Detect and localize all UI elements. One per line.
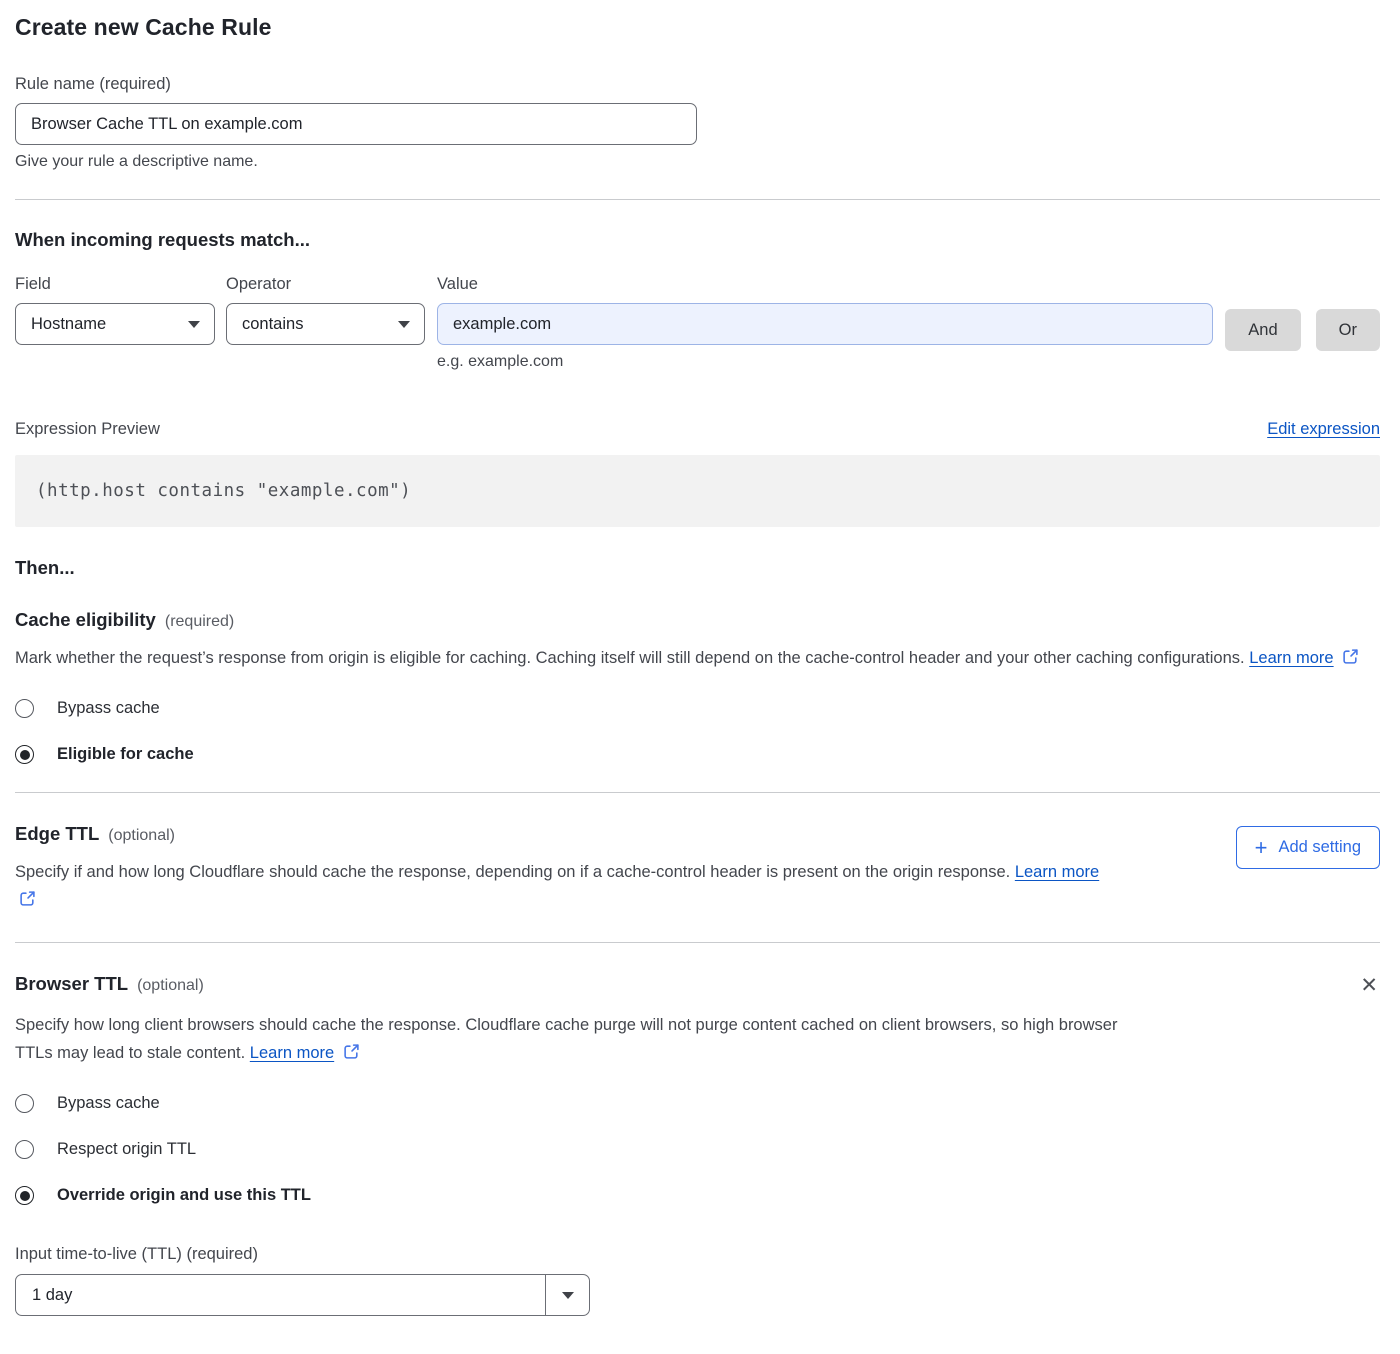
radio-icon <box>15 1094 34 1113</box>
edge-ttl-title: Edge TTL <box>15 823 99 845</box>
page-title: Create new Cache Rule <box>15 14 1380 41</box>
browser-ttl-description: Specify how long client browsers should … <box>15 1011 1120 1067</box>
chevron-down-icon <box>398 321 410 328</box>
edge-ttl-optional-tag: (optional) <box>108 827 175 845</box>
browser-ttl-optional-tag: (optional) <box>137 977 204 995</box>
radio-icon <box>15 1140 34 1159</box>
edit-expression-link[interactable]: Edit expression <box>1267 420 1380 439</box>
cache-eligibility-required-tag: (required) <box>165 613 234 631</box>
value-help: e.g. example.com <box>437 353 1213 371</box>
operator-select[interactable]: contains <box>226 303 425 345</box>
radio-icon <box>15 699 34 718</box>
expression-code: (http.host contains "example.com") <box>36 481 411 501</box>
field-select[interactable]: Hostname <box>15 303 215 345</box>
field-label: Field <box>15 275 215 294</box>
learn-more-link[interactable]: Learn more <box>1015 863 1099 881</box>
radio-eligible-for-cache[interactable]: Eligible for cache <box>15 745 1380 764</box>
browser-ttl-title: Browser TTL <box>15 973 128 995</box>
cache-eligibility-section: Cache eligibility (required) Mark whethe… <box>15 609 1380 764</box>
learn-more-link[interactable]: Learn more <box>250 1044 334 1062</box>
match-heading: When incoming requests match... <box>15 229 1380 251</box>
match-section: When incoming requests match... Field Ho… <box>15 229 1380 371</box>
radio-respect-origin-ttl[interactable]: Respect origin TTL <box>15 1140 1380 1159</box>
operator-label: Operator <box>226 275 425 294</box>
expression-section: Expression Preview Edit expression (http… <box>15 420 1380 527</box>
radio-override-origin-ttl[interactable]: Override origin and use this TTL <box>15 1186 1380 1205</box>
cache-eligibility-description: Mark whether the request’s response from… <box>15 644 1380 672</box>
field-select-value: Hostname <box>31 315 106 334</box>
expression-preview-box: (http.host contains "example.com") <box>15 455 1380 527</box>
expression-preview-label: Expression Preview <box>15 420 160 439</box>
ttl-select[interactable]: 1 day <box>15 1274 590 1316</box>
external-link-icon <box>343 1043 360 1060</box>
browser-ttl-section: Browser TTL (optional) ✕ Specify how lon… <box>15 973 1380 1316</box>
then-heading: Then... <box>15 557 1380 579</box>
ttl-select-value: 1 day <box>16 1275 545 1315</box>
value-label: Value <box>437 275 1213 294</box>
edge-ttl-section: Edge TTL (optional) Specify if and how l… <box>15 823 1380 914</box>
section-divider <box>15 942 1380 943</box>
ttl-label: Input time-to-live (TTL) (required) <box>15 1245 1380 1264</box>
rule-name-input[interactable] <box>15 103 697 145</box>
or-button[interactable]: Or <box>1316 309 1380 351</box>
external-link-icon <box>19 890 36 907</box>
operator-select-value: contains <box>242 315 303 334</box>
add-setting-button[interactable]: + Add setting <box>1236 826 1380 869</box>
rule-name-help: Give your rule a descriptive name. <box>15 153 1380 171</box>
close-icon[interactable]: ✕ <box>1358 973 1380 998</box>
radio-icon <box>15 1186 34 1205</box>
section-divider <box>15 199 1380 200</box>
edge-ttl-description: Specify if and how long Cloudflare shoul… <box>15 858 1120 914</box>
radio-bypass-cache[interactable]: Bypass cache <box>15 699 1380 718</box>
learn-more-link[interactable]: Learn more <box>1249 649 1333 667</box>
section-divider <box>15 792 1380 793</box>
ttl-select-arrow-button[interactable] <box>545 1275 589 1315</box>
chevron-down-icon <box>188 321 200 328</box>
plus-icon: + <box>1255 837 1268 859</box>
external-link-icon <box>1342 648 1359 665</box>
and-button[interactable]: And <box>1225 309 1300 351</box>
radio-icon <box>15 745 34 764</box>
radio-bypass-cache-browser[interactable]: Bypass cache <box>15 1094 1380 1113</box>
rule-name-block: Rule name (required) Give your rule a de… <box>15 75 1380 171</box>
rule-name-label: Rule name (required) <box>15 75 1380 94</box>
chevron-down-icon <box>562 1292 574 1299</box>
value-input[interactable] <box>437 303 1213 345</box>
cache-eligibility-title: Cache eligibility <box>15 609 156 631</box>
